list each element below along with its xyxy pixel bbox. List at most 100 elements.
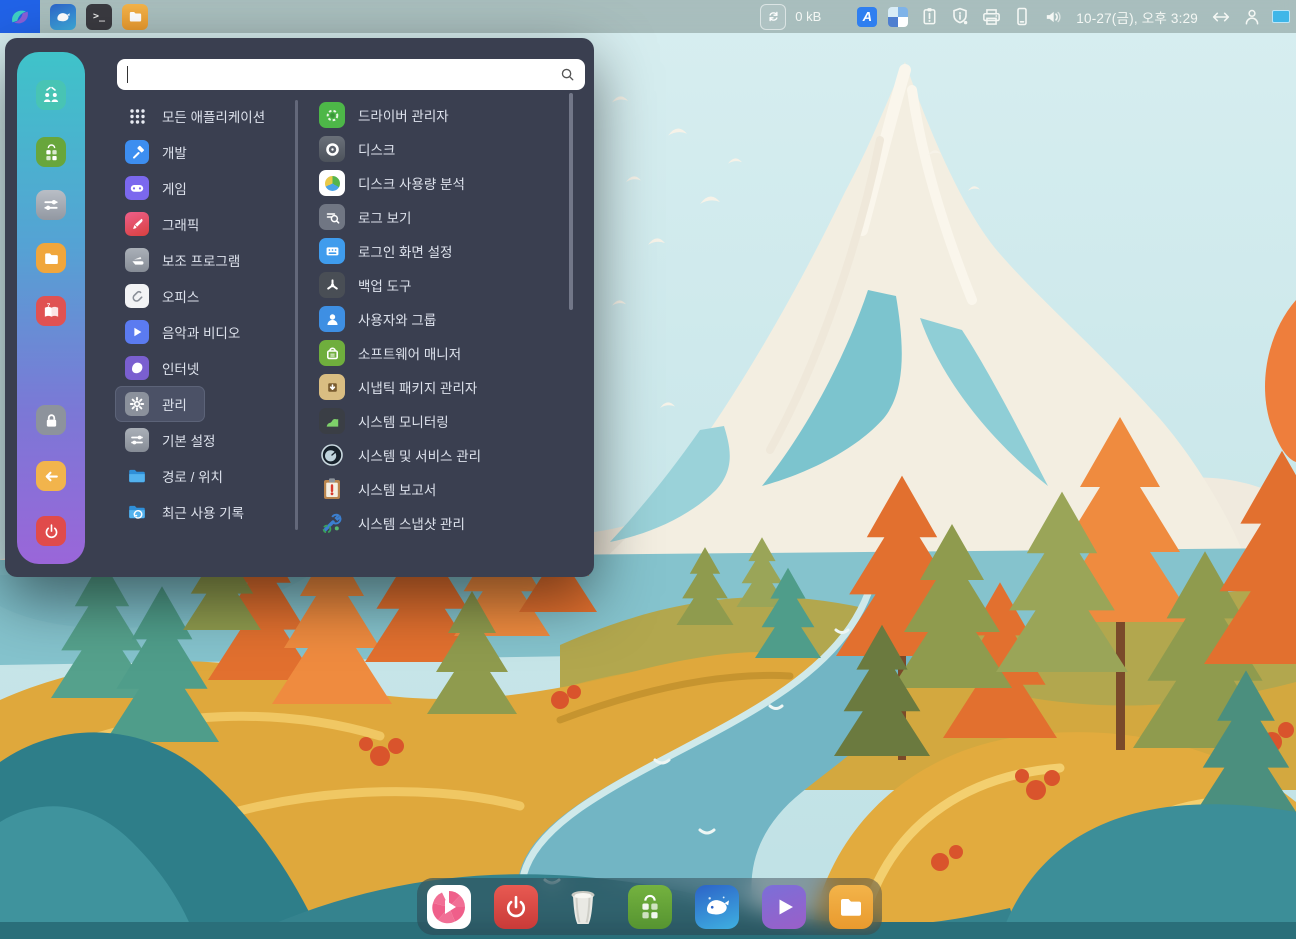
app-disks[interactable]: 디스크 <box>319 132 571 166</box>
security-shield-icon[interactable] <box>949 5 971 29</box>
category-label: 최근 사용 기록 <box>162 502 244 522</box>
driver-chip-icon <box>319 102 345 128</box>
dock-whale-browser[interactable] <box>695 885 739 929</box>
dock-trash[interactable] <box>561 885 605 929</box>
category-games[interactable]: 게임 <box>115 170 205 206</box>
category-places[interactable]: 경로 / 위치 <box>115 458 241 494</box>
panel-terminal[interactable]: >_ <box>86 4 112 30</box>
pie-chart-icon <box>319 170 345 196</box>
app-snapshot-manager[interactable]: 시스템 스냅샷 관리 <box>319 506 571 540</box>
clipboard-icon[interactable] <box>918 5 940 29</box>
sidebar-file-manager[interactable] <box>36 243 66 273</box>
panel-launchers: >_ <box>0 0 148 33</box>
app-software-manager[interactable]: 소프트웨어 매니저 <box>319 336 571 370</box>
category-office[interactable]: 오피스 <box>115 278 217 314</box>
category-sound-video[interactable]: 음악과 비디오 <box>115 314 258 350</box>
category-label: 인터넷 <box>162 358 199 378</box>
category-administration[interactable]: 관리 <box>115 386 205 422</box>
dock <box>417 878 882 935</box>
sidebar-community-app[interactable] <box>36 80 66 110</box>
show-desktop-button[interactable] <box>1272 10 1290 23</box>
search-input[interactable] <box>127 66 560 83</box>
mosaic-glyph <box>888 7 908 27</box>
user-applet-icon[interactable] <box>1241 5 1263 29</box>
power-icon <box>43 523 60 540</box>
places-folder-icon <box>125 464 149 488</box>
app-system-monitor[interactable]: 시스템 모니터링 <box>319 404 571 438</box>
app-log-viewer[interactable]: 로그 보기 <box>319 200 571 234</box>
network-monitor-icon[interactable] <box>760 4 786 30</box>
category-label: 그래픽 <box>162 214 199 234</box>
terminal-prompt-icon: >_ <box>93 11 105 22</box>
app-users-groups[interactable]: 사용자와 그룹 <box>319 302 571 336</box>
dock-media-player[interactable] <box>762 885 806 929</box>
software-bag-icon <box>42 143 61 162</box>
category-graphics[interactable]: 그래픽 <box>115 206 217 242</box>
volume-icon[interactable] <box>1042 5 1064 29</box>
panel-whale-browser[interactable] <box>50 4 76 30</box>
sidebar-software-manager[interactable] <box>36 137 66 167</box>
dock-media-player-pink[interactable] <box>427 885 471 929</box>
gamepad-icon <box>125 176 149 200</box>
removable-device-icon[interactable] <box>1011 5 1033 29</box>
mosaic-applet-icon[interactable] <box>887 5 909 29</box>
category-internet[interactable]: 인터넷 <box>115 350 217 386</box>
people-arrows-icon <box>41 85 61 105</box>
report-clipboard-icon <box>319 476 345 502</box>
play-icon <box>772 895 796 919</box>
category-all-applications[interactable]: 모든 애플리케이션 <box>115 98 283 134</box>
sliders-icon <box>42 196 60 214</box>
category-preferences[interactable]: 기본 설정 <box>115 422 233 458</box>
globe-blob-icon <box>125 356 149 380</box>
dock-power-button[interactable] <box>494 885 538 929</box>
clock[interactable]: 10-27(금), 오후 3:29 <box>1073 7 1201 27</box>
sidebar-logout[interactable] <box>36 461 66 491</box>
category-development[interactable]: 개발 <box>115 134 205 170</box>
top-panel: >_ 0 kB A <box>0 0 1296 33</box>
distro-logo-icon <box>7 4 33 30</box>
app-label: 백업 도구 <box>358 275 411 295</box>
app-label: 디스크 사용량 분석 <box>358 173 465 193</box>
panel-file-manager[interactable] <box>122 4 148 30</box>
category-label: 모든 애플리케이션 <box>162 106 265 126</box>
sidebar-help-center[interactable]: ? <box>36 296 66 326</box>
category-accessories[interactable]: 보조 프로그램 <box>115 242 258 278</box>
recent-folder-icon <box>125 500 149 524</box>
network-speed-label: 0 kB <box>795 9 821 24</box>
app-login-window-settings[interactable]: 로그인 화면 설정 <box>319 234 571 268</box>
gauge-icon <box>319 442 345 468</box>
app-synaptic[interactable]: 시냅틱 패키지 관리자 <box>319 370 571 404</box>
dock-file-manager[interactable] <box>829 885 873 929</box>
menu-button[interactable] <box>0 0 40 33</box>
dock-software-manager[interactable] <box>628 885 672 929</box>
ime-a-glyph: A <box>857 7 877 27</box>
printer-icon[interactable] <box>980 5 1002 29</box>
category-label: 기본 설정 <box>162 430 215 450</box>
app-services-manager[interactable]: 시스템 및 서비스 관리 <box>319 438 571 472</box>
monitor-wave-icon <box>319 408 345 434</box>
refresh-arrows-icon <box>766 9 781 24</box>
app-backup-tool[interactable]: 백업 도구 <box>319 268 571 302</box>
category-scrollbar[interactable] <box>295 100 298 530</box>
app-driver-manager[interactable]: 드라이버 관리자 <box>319 98 571 132</box>
svg-text:?: ? <box>46 303 50 309</box>
paintbrush-icon <box>125 212 149 236</box>
app-disk-usage-analyzer[interactable]: 디스크 사용량 분석 <box>319 166 571 200</box>
app-system-reports[interactable]: 시스템 보고서 <box>319 472 571 506</box>
application-list: 드라이버 관리자 디스크 디스크 사용량 분석 로그 보기 로그인 화면 설정 … <box>319 98 571 540</box>
app-label: 시스템 스냅샷 관리 <box>358 513 465 533</box>
app-list-scrollbar[interactable] <box>569 93 573 310</box>
sidebar-system-settings[interactable] <box>36 190 66 220</box>
resize-arrows-icon[interactable] <box>1210 5 1232 29</box>
korean-input-icon[interactable]: A <box>856 5 878 29</box>
sidebar-lock-screen[interactable] <box>36 405 66 435</box>
category-label: 음악과 비디오 <box>162 322 240 342</box>
app-label: 로그 보기 <box>358 207 411 227</box>
category-recent-files[interactable]: 최근 사용 기록 <box>115 494 262 530</box>
menu-sidebar: ? <box>17 52 85 564</box>
sidebar-shutdown[interactable] <box>36 516 66 546</box>
folder-icon <box>42 249 61 268</box>
app-label: 소프트웨어 매니저 <box>358 343 461 363</box>
hammer-icon <box>125 140 149 164</box>
folder-icon <box>836 892 866 922</box>
